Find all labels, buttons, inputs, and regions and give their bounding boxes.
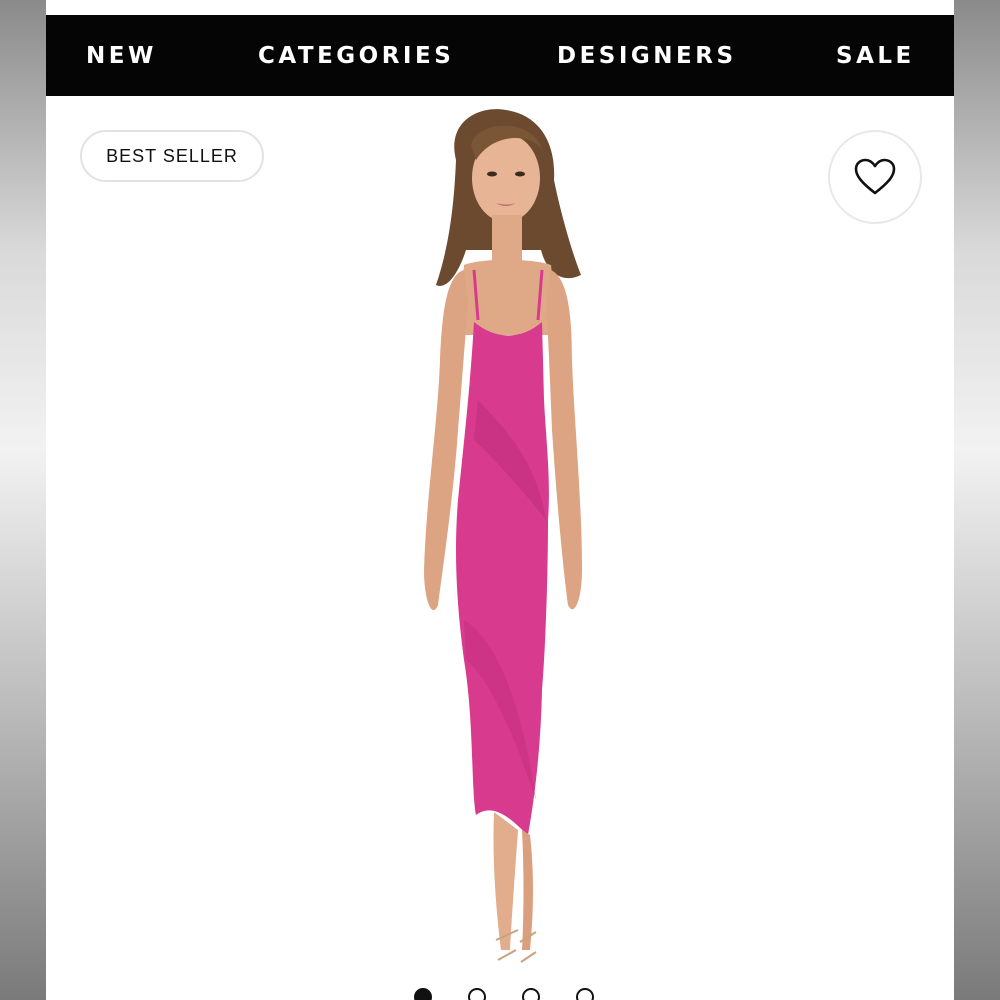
top-navigation: NEW CATEGORIES DESIGNERS SALE	[46, 15, 954, 96]
product-photo	[424, 109, 582, 963]
nav-item-new[interactable]: NEW	[86, 42, 157, 70]
carousel-dot-3[interactable]	[522, 988, 540, 1000]
favorite-button[interactable]	[828, 130, 922, 224]
heart-icon	[854, 158, 896, 195]
nav-item-categories[interactable]: CATEGORIES	[258, 42, 454, 70]
best-seller-badge: BEST SELLER	[80, 130, 264, 182]
product-page: NEW CATEGORIES DESIGNERS SALE BEST SELLE…	[46, 0, 954, 1000]
carousel-dot-4[interactable]	[576, 988, 594, 1000]
carousel-dot-1[interactable]	[414, 988, 432, 1000]
nav-item-sale[interactable]: SALE	[836, 42, 915, 70]
nav-item-designers[interactable]: DESIGNERS	[557, 42, 737, 70]
carousel-dot-2[interactable]	[468, 988, 486, 1000]
left-bezel	[0, 0, 46, 1000]
right-bezel	[954, 0, 1000, 1000]
carousel-indicator	[414, 988, 594, 1000]
